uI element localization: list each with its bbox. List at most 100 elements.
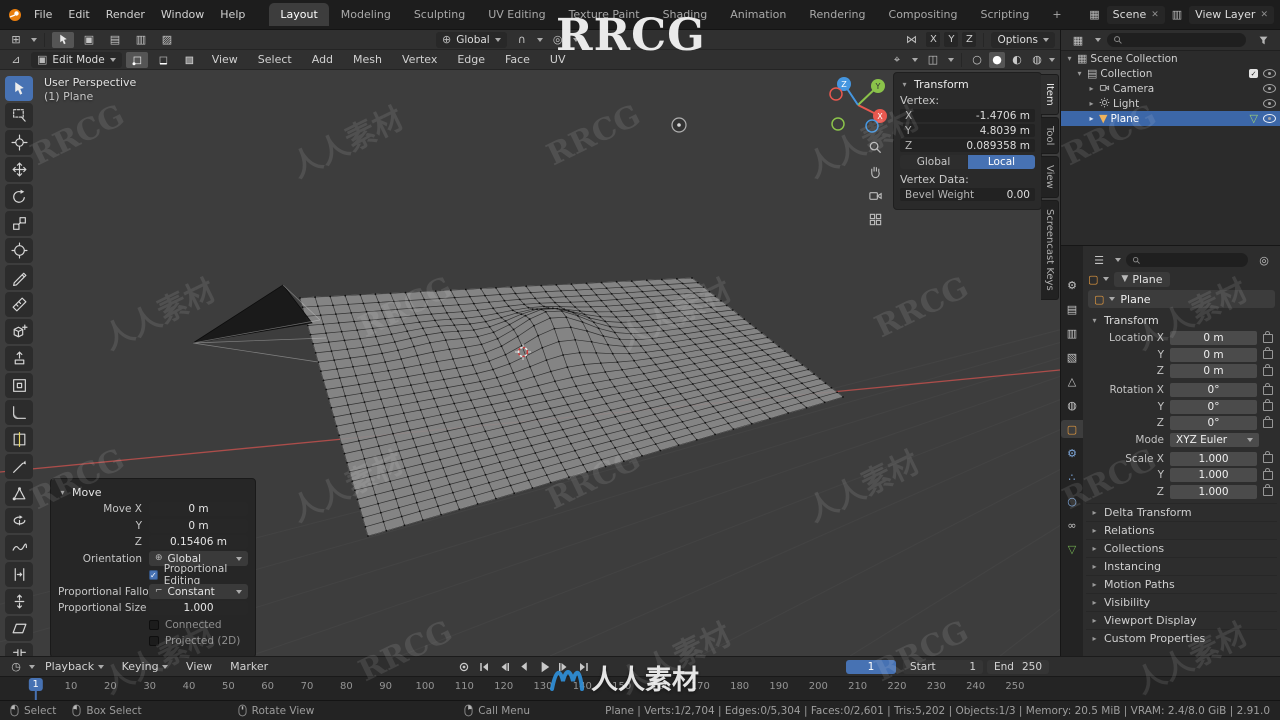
add-workspace-button[interactable]: + — [1041, 3, 1072, 26]
timeline-menu-marker[interactable]: Marker — [222, 657, 276, 677]
mirror-y-toggle[interactable]: Y — [944, 32, 959, 47]
connected-checkbox[interactable] — [149, 619, 159, 630]
proportional-editing-icon[interactable]: ◎ — [547, 32, 569, 48]
hide-viewport-eye-icon[interactable] — [1263, 99, 1276, 108]
move-panel-expand-icon[interactable]: ▾ — [58, 488, 67, 497]
breadcrumb[interactable]: ▼ Plane — [1114, 271, 1170, 287]
view-layer-selector[interactable]: View Layer ✕ — [1189, 5, 1274, 24]
face-select-mode-button[interactable] — [178, 52, 200, 68]
scene-selector[interactable]: Scene ✕ — [1106, 5, 1165, 24]
properties-tab-output[interactable]: ▥ — [1061, 324, 1083, 342]
tool-tweak-button[interactable] — [5, 76, 33, 101]
space-local-button[interactable]: Local — [968, 155, 1035, 169]
lock-icon[interactable] — [1263, 467, 1273, 480]
lock-icon[interactable] — [1263, 347, 1273, 359]
proportional-size-field[interactable]: 1.000 — [149, 601, 248, 615]
scale-z-field[interactable]: 1.000 — [1170, 484, 1257, 499]
section-motion-paths[interactable]: ▸ Motion Paths — [1086, 575, 1277, 593]
filter-icon[interactable] — [1252, 32, 1274, 48]
frame-end-field[interactable]: End 250 — [987, 659, 1049, 674]
workspace-tab-layout[interactable]: Layout — [269, 3, 329, 26]
tool-rip-button[interactable] — [5, 643, 33, 656]
collection-checkbox[interactable]: ✓ — [1249, 69, 1258, 78]
next-keyframe-button[interactable] — [555, 659, 572, 674]
rotation-z-field[interactable]: 0° — [1170, 416, 1257, 430]
mirror-z-toggle[interactable]: Z — [962, 32, 977, 47]
zoom-icon[interactable] — [864, 138, 886, 156]
tool-knife-button[interactable] — [5, 454, 33, 479]
workspace-tab-compositing[interactable]: Compositing — [878, 3, 969, 26]
workspace-tab-uv-editing[interactable]: UV Editing — [477, 3, 556, 26]
prev-keyframe-button[interactable] — [495, 659, 512, 674]
panel-expand-icon[interactable]: ▾ — [900, 80, 909, 89]
properties-tab-world[interactable]: ◍ — [1061, 396, 1083, 414]
hide-viewport-eye-icon[interactable] — [1263, 84, 1276, 93]
section-viewport-display[interactable]: ▸ Viewport Display — [1086, 611, 1277, 629]
tool-extrude-button[interactable] — [5, 346, 33, 371]
lock-icon[interactable] — [1263, 363, 1273, 376]
scale-y-field[interactable]: 1.000 — [1170, 468, 1257, 482]
frame-start-field[interactable]: Start 1 — [903, 659, 983, 674]
tool-select-box-button[interactable] — [5, 103, 33, 128]
menu-file[interactable]: File — [26, 5, 60, 25]
space-global-button[interactable]: Global — [900, 155, 967, 169]
object-name-field[interactable]: ▢ Plane — [1088, 290, 1275, 308]
tool-poly-build-button[interactable] — [5, 481, 33, 506]
tool-loop-cut-button[interactable] — [5, 427, 33, 452]
rotation-x-field[interactable]: 0° — [1170, 383, 1257, 397]
properties-tab-view-layer[interactable]: ▧ — [1061, 348, 1083, 366]
active-tool-icon[interactable] — [52, 31, 74, 48]
jump-to-start-button[interactable] — [475, 659, 492, 674]
outliner-row-plane[interactable]: ▸ ▼ Plane ▽ — [1061, 111, 1280, 126]
section-relations[interactable]: ▸ Relations — [1086, 521, 1277, 539]
hide-viewport-eye-icon[interactable] — [1263, 114, 1276, 123]
move-y-field[interactable]: 0 m — [149, 518, 248, 533]
tool-rotate-button[interactable] — [5, 184, 33, 209]
tool-shear-button[interactable] — [5, 616, 33, 641]
section-custom-properties[interactable]: ▸ Custom Properties — [1086, 629, 1277, 647]
scale-x-field[interactable]: 1.000 — [1170, 451, 1257, 466]
timeline-editor-icon[interactable]: ◷ — [5, 659, 27, 675]
workspace-tab-rendering[interactable]: Rendering — [798, 3, 876, 26]
transform-orientation-dropdown[interactable]: ⊕ Global — [436, 31, 507, 48]
vp-menu-uv[interactable]: UV — [542, 50, 574, 70]
outliner-row-light[interactable]: ▸ Light — [1061, 96, 1280, 111]
rotation-mode-dropdown[interactable]: XYZ Euler — [1170, 432, 1259, 447]
paint-mask-icon-2[interactable]: ▤ — [104, 32, 126, 48]
shading-wireframe-icon[interactable]: ○ — [969, 52, 985, 68]
tool-add-cube-button[interactable] — [5, 319, 33, 344]
bevel-weight-field[interactable]: Bevel Weight 0.00 — [900, 188, 1035, 201]
workspace-tab-shading[interactable]: Shading — [652, 3, 719, 26]
section-visibility[interactable]: ▸ Visibility — [1086, 593, 1277, 611]
navigation-gizmo[interactable]: X Y Z — [818, 72, 898, 145]
paint-mask-icon-3[interactable]: ▥ — [130, 32, 152, 48]
properties-editor-icon[interactable]: ☰ — [1088, 252, 1110, 268]
mirror-x-toggle[interactable]: X — [926, 32, 941, 47]
vp-menu-select[interactable]: Select — [250, 50, 300, 70]
outliner-row-camera[interactable]: ▸ Camera — [1061, 81, 1280, 96]
shading-solid-icon[interactable]: ● — [989, 51, 1005, 68]
play-reverse-button[interactable] — [515, 659, 532, 674]
tool-annotate-button[interactable] — [5, 265, 33, 290]
jump-to-end-button[interactable] — [575, 659, 592, 674]
properties-tab-physics[interactable]: ○ — [1061, 492, 1083, 510]
workspace-tab-texture-paint[interactable]: Texture Paint — [558, 3, 651, 26]
viewport-editor-icon[interactable]: ⊿ — [5, 52, 27, 68]
snap-magnet-icon[interactable]: ∩ — [511, 32, 533, 48]
menu-render[interactable]: Render — [98, 5, 153, 25]
paint-mask-icon-4[interactable]: ▨ — [156, 32, 178, 48]
vp-menu-view[interactable]: View — [204, 50, 246, 70]
outliner-editor-icon[interactable]: ▦ — [1067, 32, 1089, 48]
remove-view-layer-icon[interactable]: ✕ — [1260, 10, 1268, 20]
tool-bevel-button[interactable] — [5, 400, 33, 425]
tool-inset-button[interactable] — [5, 373, 33, 398]
move-x-field[interactable]: 0 m — [149, 502, 248, 516]
tool-scale-button[interactable] — [5, 211, 33, 236]
proportional-editing-checkbox[interactable]: ✓ — [149, 570, 158, 580]
tool-smooth-button[interactable] — [5, 535, 33, 560]
camera-view-icon[interactable] — [864, 186, 886, 204]
timeline-menu-view[interactable]: View — [178, 657, 220, 677]
section-instancing[interactable]: ▸ Instancing — [1086, 557, 1277, 575]
editor-type-icon[interactable]: ⊞ — [5, 32, 27, 48]
edge-select-mode-button[interactable] — [152, 52, 174, 68]
